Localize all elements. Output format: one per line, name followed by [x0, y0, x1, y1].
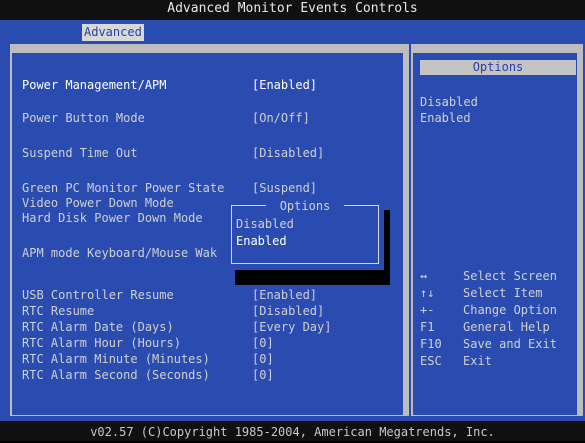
setting-value[interactable]: [Disabled]	[252, 304, 324, 318]
setting-value[interactable]: [0]	[252, 352, 274, 366]
popup-option-enabled[interactable]: Enabled	[236, 234, 287, 248]
setting-row-rtc-resume[interactable]: RTC Resume [Disabled]	[12, 304, 407, 320]
setting-row-rtc-alarm-second[interactable]: RTC Alarm Second (Seconds) [0]	[12, 368, 407, 384]
setting-row-suspend-time-out[interactable]: Suspend Time Out [Disabled]	[12, 146, 407, 162]
setting-label: RTC Resume	[22, 304, 95, 318]
setting-row-rtc-alarm-date[interactable]: RTC Alarm Date (Days) [Every Day]	[12, 320, 407, 336]
setting-row-rtc-alarm-minute[interactable]: RTC Alarm Minute (Minutes) [0]	[12, 352, 407, 368]
setting-label: RTC Alarm Minute (Minutes)	[22, 352, 210, 366]
setting-row-green-pc-monitor[interactable]: Green PC Monitor Power State [Suspend]	[12, 181, 407, 197]
setting-label: Power Management/APM	[22, 78, 167, 92]
setting-label: RTC Alarm Second (Seconds)	[22, 368, 210, 382]
help-select-item: Select Item	[463, 286, 543, 300]
window-title: Advanced Monitor Events Controls	[0, 0, 585, 20]
help-change-option: Change Option	[463, 303, 557, 317]
help-exit: Exit	[463, 354, 492, 368]
setting-value[interactable]: [Disabled]	[252, 146, 324, 160]
help-general-help: General Help	[463, 320, 550, 334]
setting-row-usb-controller-resume[interactable]: USB Controller Resume [Enabled]	[12, 288, 407, 304]
options-popup[interactable]: Options Disabled Enabled	[226, 197, 384, 270]
setting-value[interactable]: [0]	[252, 368, 274, 382]
popup-title: Options	[266, 199, 344, 213]
setting-label: USB Controller Resume	[22, 288, 174, 302]
setting-label: RTC Alarm Hour (Hours)	[22, 336, 181, 350]
arrow-left-right-icon: ↔	[420, 269, 428, 283]
setting-value[interactable]: [Enabled]	[252, 78, 317, 92]
popup-option-disabled[interactable]: Disabled	[236, 217, 294, 231]
help-save-and-exit: Save and Exit	[463, 337, 557, 351]
options-item-enabled: Enabled	[420, 111, 471, 125]
setting-label: Hard Disk Power Down Mode	[22, 211, 203, 225]
setting-value[interactable]: [Every Day]	[252, 320, 331, 334]
setting-row-power-management[interactable]: Power Management/APM [Enabled]	[12, 78, 407, 94]
setting-label: Suspend Time Out	[22, 146, 138, 160]
setting-label: RTC Alarm Date (Days)	[22, 320, 174, 334]
setting-label: Video Power Down Mode	[22, 196, 174, 210]
copyright-footer: v02.57 (C)Copyright 1985-2004, American …	[0, 421, 585, 441]
plus-minus-icon: +-	[420, 303, 435, 317]
setting-label: Power Button Mode	[22, 111, 145, 125]
setting-label: APM mode Keyboard/Mouse Wak	[22, 246, 218, 260]
tab-advanced[interactable]: Advanced	[82, 24, 144, 41]
options-item-disabled: Disabled	[420, 95, 478, 109]
setting-label: Green PC Monitor Power State	[22, 181, 225, 195]
setting-value[interactable]: [Suspend]	[252, 181, 317, 195]
help-key-f10: F10	[420, 337, 442, 351]
setting-row-rtc-alarm-hour[interactable]: RTC Alarm Hour (Hours) [0]	[12, 336, 407, 352]
setting-value[interactable]: [Enabled]	[252, 288, 317, 302]
arrow-up-down-icon: ↑↓	[420, 286, 435, 300]
menu-bar: Advanced	[0, 20, 585, 44]
help-key-f1: F1	[420, 320, 435, 334]
help-key-esc: ESC	[420, 354, 442, 368]
options-panel-title: Options	[420, 60, 576, 75]
setting-row-power-button-mode[interactable]: Power Button Mode [On/Off]	[12, 111, 407, 127]
setting-value[interactable]: [0]	[252, 336, 274, 350]
setting-value[interactable]: [On/Off]	[252, 111, 310, 125]
help-select-screen: Select Screen	[463, 269, 557, 283]
